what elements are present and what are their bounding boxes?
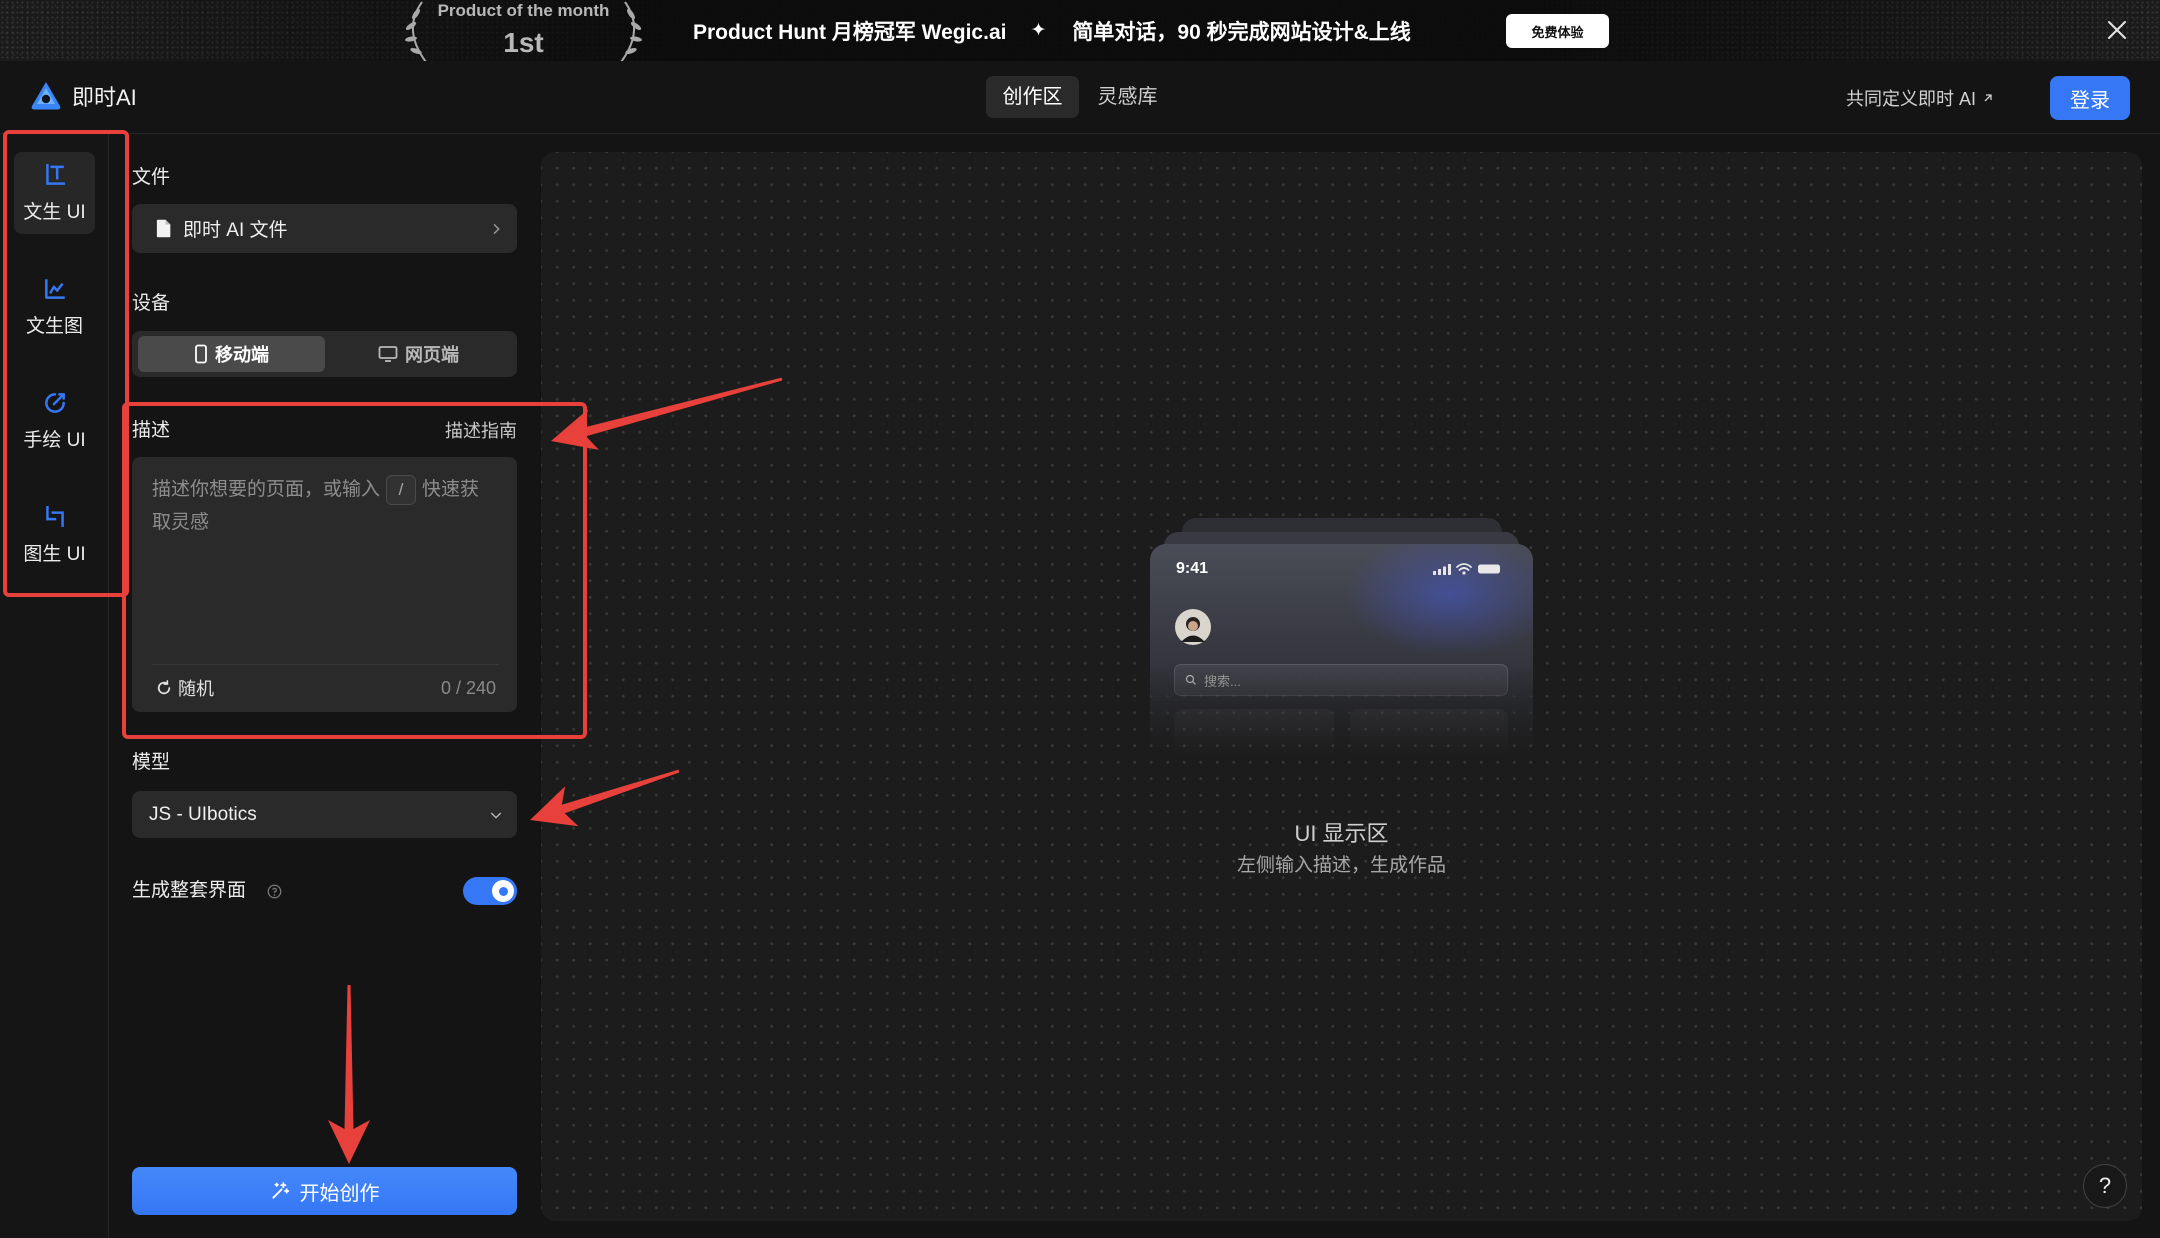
monitor-icon xyxy=(378,346,398,362)
file-icon xyxy=(156,219,171,238)
file-selector[interactable]: 即时 AI 文件 xyxy=(132,204,517,253)
sketch-to-ui-icon xyxy=(44,393,65,413)
sidebar-item-label: 文生 UI xyxy=(23,202,86,223)
description-textarea[interactable]: 描述你想要的页面，或输入 / 快速获取灵感 随机 0 / 240 xyxy=(132,457,517,712)
toggle-knob xyxy=(492,880,514,902)
chevron-right-icon xyxy=(493,223,500,234)
full-set-label: 生成整套界面 xyxy=(132,880,247,901)
status-time: 9:41 xyxy=(1176,560,1209,577)
banner-tagline: 简单对话，90 秒完成网站设计&上线 xyxy=(1072,20,1411,44)
avatar xyxy=(1175,609,1211,645)
model-select[interactable]: JS - UIbotics xyxy=(132,791,517,838)
model-label: 模型 xyxy=(132,752,171,773)
login-button[interactable]: 登录 xyxy=(2050,76,2130,120)
banner-message: Product Hunt 月榜冠军 Wegic.ai ✦ 简单对话，90 秒完成… xyxy=(693,0,1411,61)
status-bar-icons xyxy=(1433,563,1500,575)
ui-display-canvas[interactable]: 9:41 搜索... UI 显示区 左侧输入描述，生成作品 ? xyxy=(541,152,2142,1221)
app-window: Product of the month 1st Product Hunt 月榜… xyxy=(0,0,2160,1238)
device-label: 设备 xyxy=(132,293,171,314)
random-button[interactable]: 随机 xyxy=(156,675,214,701)
description-label: 描述 xyxy=(132,420,171,441)
sidebar-item-label: 文生图 xyxy=(25,316,83,337)
sidebar-item-label: 图生 UI xyxy=(23,544,86,565)
description-guide-link[interactable]: 描述指南 xyxy=(445,419,517,443)
config-panel: 文件 即时 AI 文件 设备 移动端 网页端 描述 描述指南 描述你想要的页面，… xyxy=(132,0,517,1238)
banner-headline: Product Hunt 月榜冠军 Wegic.ai xyxy=(693,20,1007,44)
character-counter: 0 / 240 xyxy=(440,678,496,698)
community-link-label: 共同定义即时 AI xyxy=(1846,88,1977,109)
image-to-ui-icon xyxy=(45,506,64,527)
device-option-label: 移动端 xyxy=(215,345,269,365)
sidebar-item-image-to-ui[interactable]: 图生 UI xyxy=(14,494,95,576)
full-set-toggle[interactable] xyxy=(463,877,517,905)
arrow-up-right-icon xyxy=(1984,93,1992,101)
sidebar-item-label: 手绘 UI xyxy=(23,430,86,451)
mobile-icon xyxy=(195,344,207,364)
canvas-subtitle: 左侧输入描述，生成作品 xyxy=(1236,855,1446,876)
tab-create[interactable]: 创作区 xyxy=(986,76,1079,118)
app-name[interactable]: 即时AI xyxy=(72,61,137,134)
canvas-title: UI 显示区 xyxy=(1294,821,1389,846)
random-label: 随机 xyxy=(178,679,214,699)
text-to-ui-icon xyxy=(45,164,65,185)
refresh-icon xyxy=(157,680,171,695)
search-icon xyxy=(1185,674,1196,685)
divider xyxy=(152,664,499,665)
chevron-down-icon xyxy=(490,812,502,819)
preview-card xyxy=(1174,709,1334,769)
phone-preview-illustration: 9:41 搜索... xyxy=(1150,518,1533,769)
mode-sidebar: 文生 UI 文生图 手绘 UI 图生 UI xyxy=(0,134,109,1238)
community-link[interactable]: 共同定义即时 AI xyxy=(1846,61,1994,134)
tab-inspiration[interactable]: 灵感库 xyxy=(1084,76,1171,118)
model-value: JS - UIbotics xyxy=(149,803,257,825)
slash-shortcut-key: / xyxy=(386,474,417,505)
device-option-mobile[interactable]: 移动端 xyxy=(138,336,325,372)
device-option-label: 网页端 xyxy=(405,345,459,365)
start-create-label: 开始创作 xyxy=(299,1182,380,1205)
text-to-image-icon xyxy=(44,279,65,299)
placeholder-text: 描述你想要的页面，或输入 xyxy=(152,479,381,500)
preview-search-bar: 搜索... xyxy=(1174,664,1508,696)
file-name: 即时 AI 文件 xyxy=(183,220,288,241)
preview-card xyxy=(1350,709,1508,769)
description-placeholder: 描述你想要的页面，或输入 / 快速获取灵感 xyxy=(152,473,497,539)
sidebar-item-text-to-image[interactable]: 文生图 xyxy=(14,266,95,348)
device-option-web[interactable]: 网页端 xyxy=(325,336,512,372)
help-button[interactable]: ? xyxy=(2083,1164,2127,1208)
sparkle-separator: ✦ xyxy=(1030,20,1047,41)
magic-wand-icon xyxy=(271,1182,289,1199)
phone-mockup: 9:41 搜索... xyxy=(1150,544,1533,769)
question-circle-icon[interactable] xyxy=(267,884,282,899)
sidebar-item-text-to-ui[interactable]: 文生 UI xyxy=(14,152,95,234)
jishi-ai-logo-icon[interactable] xyxy=(30,80,62,112)
preview-search-placeholder: 搜索... xyxy=(1204,673,1241,689)
sidebar-item-sketch-to-ui[interactable]: 手绘 UI xyxy=(14,380,95,462)
start-create-button[interactable]: 开始创作 xyxy=(132,1167,517,1215)
device-segmented-control: 移动端 网页端 xyxy=(132,331,517,377)
file-label: 文件 xyxy=(132,167,171,188)
free-trial-button[interactable]: 免费体验 xyxy=(1506,14,1609,48)
close-icon[interactable] xyxy=(2105,18,2129,42)
